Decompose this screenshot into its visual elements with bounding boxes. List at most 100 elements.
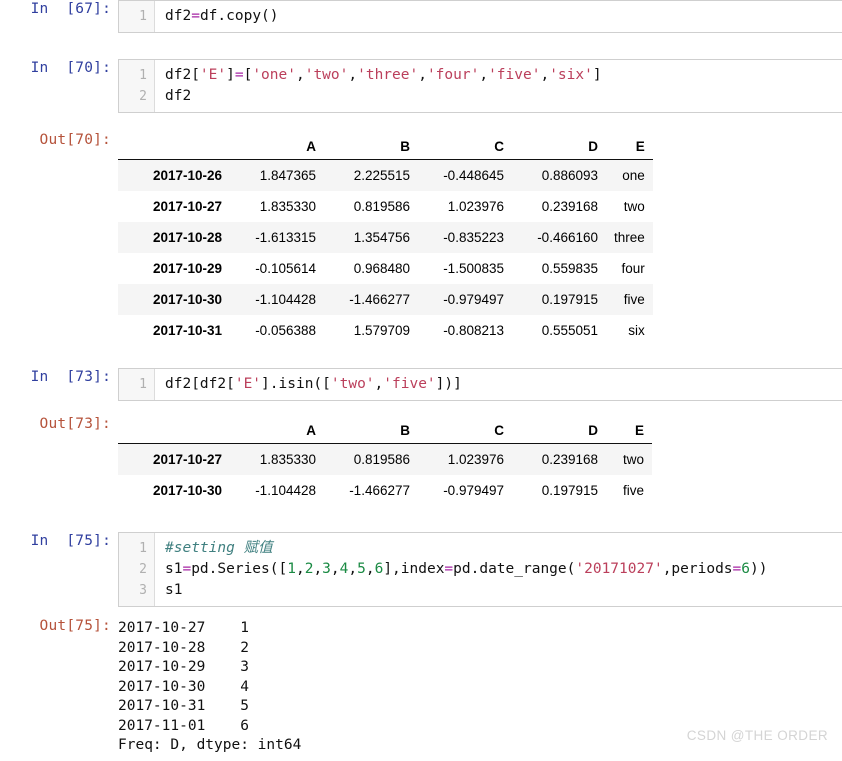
code-token: = (234, 67, 244, 83)
code-token: 'five' (383, 376, 436, 392)
cell-d: -0.466160 (537, 230, 598, 245)
table-row: 2017-10-28 -1.613315 1.354756 -0.835223 … (118, 222, 653, 253)
cell-d: 0.197915 (541, 292, 598, 307)
cell-b: 2.225515 (353, 168, 410, 183)
column-header-b: B (324, 417, 418, 444)
prompt-in-73: In [73]: (30, 369, 111, 385)
cell-b: 0.819586 (353, 199, 410, 214)
column-header-d: D (512, 417, 606, 444)
cell-b: -1.466277 (349, 292, 410, 307)
code-token: )) (750, 561, 768, 577)
column-header-c: C (418, 133, 512, 160)
code-token: 'four' (426, 67, 480, 83)
code-token: , (313, 561, 323, 577)
table-row: 2017-10-26 1.847365 2.225515 -0.448645 0… (118, 159, 653, 191)
prompt-in-70: In [70]: (30, 60, 111, 76)
code-token: = (444, 561, 454, 577)
column-header-b: B (324, 133, 418, 160)
watermark-label: CSDN @THE ORDER (686, 728, 828, 743)
cell-c: -0.835223 (443, 230, 504, 245)
cell-e: six (628, 323, 645, 338)
code-comment: #setting 赋值 (165, 540, 273, 556)
row-index: 2017-10-28 (152, 230, 222, 245)
code-token: , (365, 561, 375, 577)
cell-in-67[interactable]: In [67]: 1 df2=df.copy() (0, 0, 842, 33)
code-token: ] (592, 67, 602, 83)
cell-c: 1.023976 (447, 452, 504, 467)
code-editor-75[interactable]: 123 #setting 赋值 s1=pd.Series([1,2,3,4,5,6… (118, 532, 842, 607)
line-numbers-67: 1 (119, 1, 155, 32)
dataframe-table-70: A B C D E 2017-10-26 1.847365 2.225515 -… (118, 133, 653, 346)
column-header-a: A (230, 417, 324, 444)
cell-out-70: Out[70]: A B C D E 2017-10-26 1.847365 2… (0, 131, 842, 346)
cell-d: 0.239168 (541, 452, 598, 467)
code-token: 6 (741, 561, 750, 577)
table-head: A B C D E (118, 417, 652, 444)
table-row: 2017-10-30 -1.104428 -1.466277 -0.979497… (118, 284, 653, 315)
table-row: 2017-10-31 -0.056388 1.579709 -0.808213 … (118, 315, 653, 346)
cell-b: 1.354756 (353, 230, 410, 245)
cell-a: -0.056388 (255, 323, 316, 338)
cell-c: -0.448645 (443, 168, 504, 183)
code-token: 6 (374, 561, 384, 577)
row-index: 2017-10-26 (152, 168, 222, 183)
code-text-67[interactable]: df2=df.copy() (155, 1, 842, 32)
code-token: 5 (357, 561, 366, 577)
table-row: 2017-10-27 1.835330 0.819586 1.023976 0.… (118, 191, 653, 222)
row-index: 2017-10-31 (152, 323, 222, 338)
code-editor-67[interactable]: 1 df2=df.copy() (118, 0, 842, 33)
code-token: , (418, 67, 427, 83)
code-token: , (374, 376, 384, 392)
cell-d: 0.555051 (541, 323, 598, 338)
table-head: A B C D E (118, 133, 653, 160)
code-text-73[interactable]: df2[df2['E'].isin(['two','five'])] (155, 369, 842, 400)
cell-a: -1.613315 (255, 230, 316, 245)
row-index: 2017-10-30 (152, 292, 222, 307)
cell-b: 1.579709 (353, 323, 410, 338)
cell-d: 0.197915 (541, 483, 598, 498)
output-area-73: A B C D E 2017-10-27 1.835330 0.819586 1… (118, 415, 842, 506)
code-token: 'two' (304, 67, 349, 83)
code-editor-70[interactable]: 12 df2['E']=['one','two','three','four',… (118, 59, 842, 113)
table-corner-header (118, 417, 230, 444)
code-token: 'six' (549, 67, 593, 83)
cell-a: -1.104428 (255, 292, 316, 307)
line-numbers-70: 12 (119, 60, 155, 112)
cell-in-73[interactable]: In [73]: 1 df2[df2['E'].isin(['two','fiv… (0, 368, 842, 401)
cell-b: -1.466277 (349, 483, 410, 498)
code-text-75[interactable]: #setting 赋值 s1=pd.Series([1,2,3,4,5,6],in… (155, 533, 842, 606)
code-token: = (191, 8, 200, 24)
code-token: 'two' (330, 376, 375, 392)
prompt-in-75: In [75]: (30, 533, 111, 549)
code-token: , (540, 67, 550, 83)
cell-c: -0.979497 (443, 483, 504, 498)
table-header-row: A B C D E (118, 133, 653, 160)
cell-in-70[interactable]: In [70]: 12 df2['E']=['one','two','three… (0, 59, 842, 113)
code-token: , (348, 67, 358, 83)
code-token: 'one' (252, 67, 296, 83)
table-row: 2017-10-29 -0.105614 0.968480 -1.500835 … (118, 253, 653, 284)
code-token: , (348, 561, 358, 577)
code-token: df2 (165, 88, 192, 104)
column-header-e: E (606, 417, 652, 444)
code-token: pd.date_range( (453, 561, 576, 577)
code-token: ],index (383, 561, 445, 577)
cell-e: five (622, 483, 644, 498)
code-text-70[interactable]: df2['E']=['one','two','three','four','fi… (155, 60, 842, 112)
code-token: 'E' (199, 67, 227, 83)
column-header-e: E (606, 133, 653, 160)
code-token: ].isin([ (261, 376, 331, 392)
cell-c: -0.979497 (443, 292, 504, 307)
cell-in-75[interactable]: In [75]: 123 #setting 赋值 s1=pd.Series([1,… (0, 532, 842, 607)
prompt-out-70: Out[70]: (39, 132, 111, 148)
code-editor-73[interactable]: 1 df2[df2['E'].isin(['two','five'])] (118, 368, 842, 401)
cell-a: -0.105614 (255, 261, 316, 276)
cell-e: three (614, 230, 645, 245)
code-token: '20171027' (575, 561, 663, 577)
code-token: 3 (322, 561, 331, 577)
code-token: , (330, 561, 340, 577)
